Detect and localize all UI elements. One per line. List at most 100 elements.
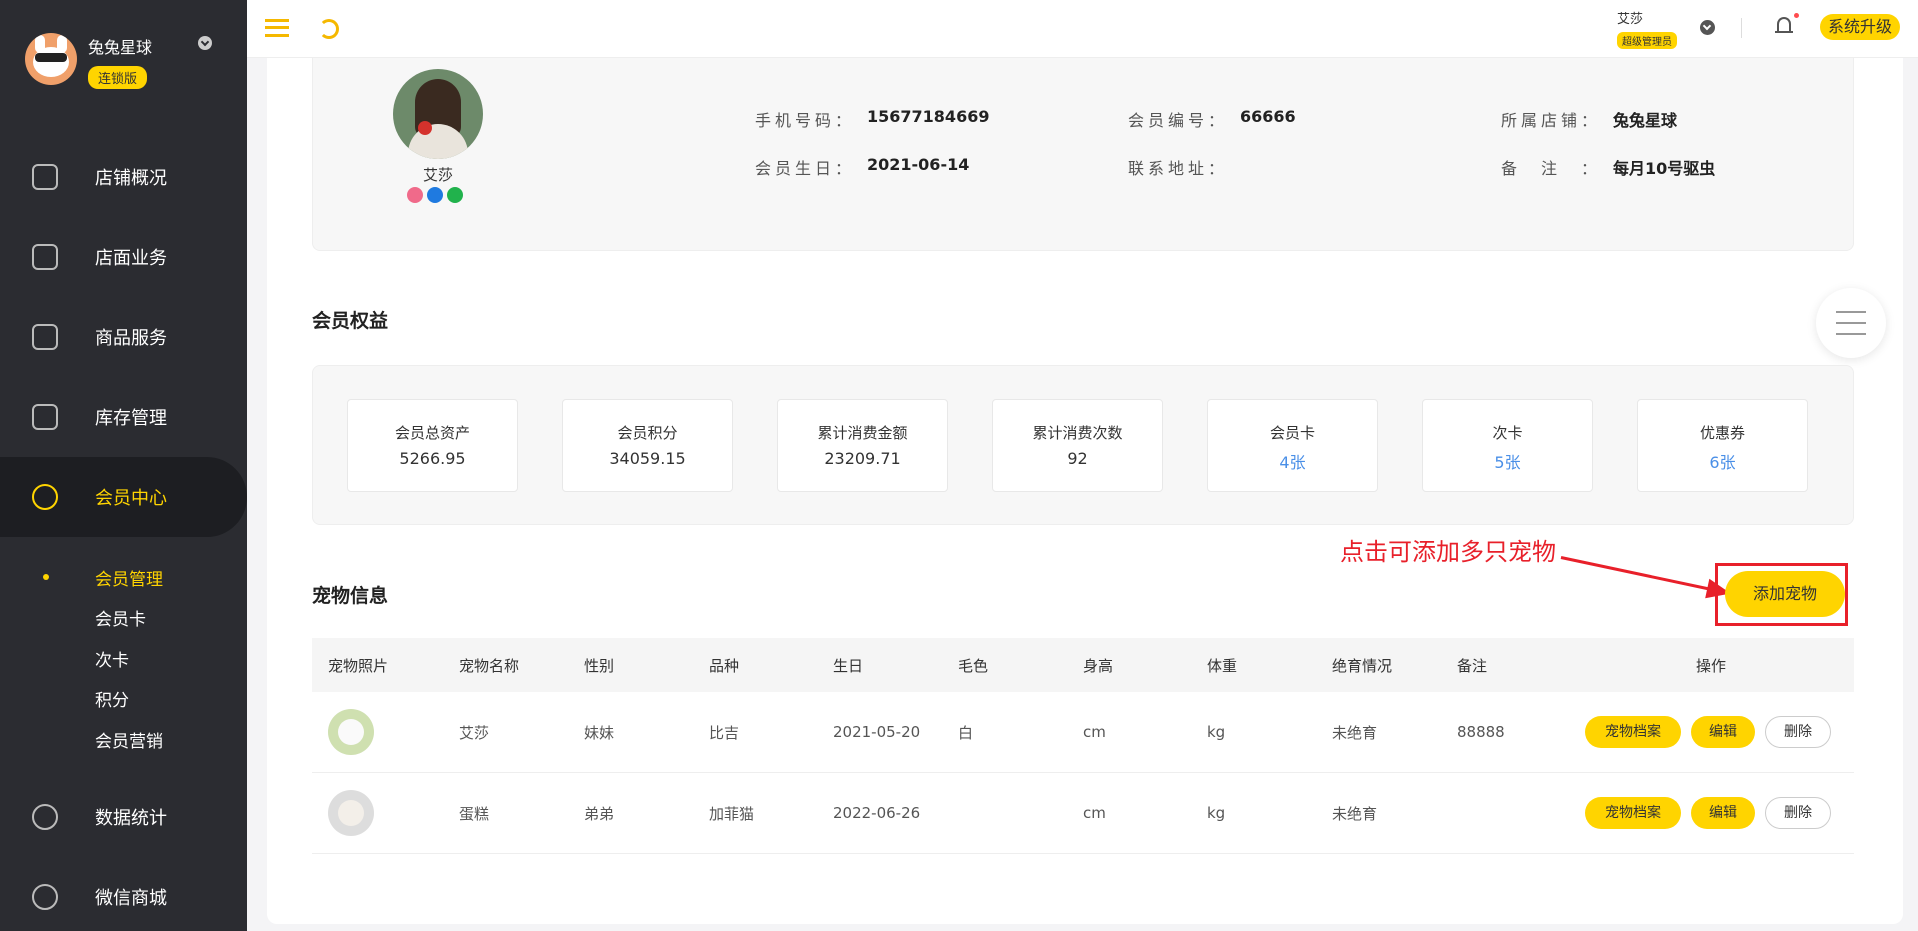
pet-breed: 比吉 [709, 723, 740, 742]
delete-button[interactable]: 删除 [1765, 716, 1831, 748]
pet-gender: 妹妹 [584, 723, 615, 742]
pet-photo[interactable] [328, 709, 374, 755]
stat-coupons: 优惠券 6张 [1637, 399, 1808, 492]
coupons-link[interactable]: 6张 [1638, 449, 1807, 473]
wechat-icon [32, 884, 58, 910]
inventory-icon [32, 404, 58, 430]
phone-label: 手机号码： [755, 111, 856, 130]
sidebar-item-goods-services[interactable]: 商品服务 [0, 297, 247, 377]
sidebar-item-store-overview[interactable]: 店铺概况 [0, 137, 247, 217]
address-label: 联系地址： [1128, 159, 1229, 178]
delete-button[interactable]: 删除 [1765, 797, 1831, 829]
sidebar-subitem-points[interactable]: 积分 [95, 686, 129, 711]
main-panel: 艾莎 手机号码： 15677184669 会员编号： 66666 所属店铺： 兔… [267, 58, 1903, 924]
stat-title: 累计消费金额 [817, 424, 908, 442]
note-value: 每月10号驱虫 [1613, 159, 1716, 178]
pet-table: 宠物照片 宠物名称 性别 品种 生日 毛色 身高 体重 绝育情况 备注 操作 艾… [312, 638, 1854, 854]
stat-title: 优惠券 [1699, 424, 1745, 442]
list-icon[interactable] [1816, 288, 1886, 358]
upgrade-button[interactable]: 系统升级 [1820, 14, 1901, 40]
column-header: 操作 [1696, 656, 1727, 675]
note-label: 备 注 ： [1501, 159, 1602, 178]
store-icon [32, 244, 58, 270]
sidebar-item-label: 会员中心 [95, 488, 167, 509]
store-label: 所属店铺： [1501, 111, 1602, 130]
topbar: 艾莎 超级管理员 系统升级 [247, 0, 1918, 58]
brand-name: 兔兔星球 [88, 38, 153, 57]
pet-breed: 加菲猫 [709, 804, 755, 823]
edit-button[interactable]: 编辑 [1691, 797, 1755, 829]
pet-archive-button[interactable]: 宠物档案 [1585, 716, 1681, 748]
sidebar-subitem-times-card[interactable]: 次卡 [95, 646, 129, 671]
column-header: 身高 [1083, 656, 1114, 675]
pet-birthday: 2022-06-26 [833, 804, 921, 822]
member-card-link[interactable]: 4张 [1208, 449, 1377, 473]
pet-note: 88888 [1457, 723, 1505, 741]
member-id-label: 会员编号： [1128, 111, 1229, 130]
pet-actions: 宠物档案 编辑 删除 [1585, 773, 1831, 853]
brand-badge: 连锁版 [88, 66, 148, 89]
user-role-badge: 超级管理员 [1617, 32, 1677, 49]
bag-icon [32, 324, 58, 350]
sidebar: 兔兔星球 连锁版 店铺概况 店面业务 商品服务 库存管理 会员中心 会员管理 会… [0, 0, 247, 931]
dashboard-icon [32, 164, 58, 190]
sidebar-item-wechat-mall[interactable]: 微信商城 [0, 857, 247, 931]
user-name[interactable]: 艾莎 [1617, 8, 1643, 27]
brand: 兔兔星球 连锁版 [0, 0, 247, 120]
person-icon [427, 187, 443, 203]
column-header: 体重 [1207, 656, 1238, 675]
pet-photo-cell [328, 692, 374, 772]
add-pet-button[interactable]: 添加宠物 [1725, 571, 1845, 617]
pets-title: 宠物信息 [312, 585, 389, 607]
pet-weight: kg [1207, 804, 1226, 822]
column-header: 宠物名称 [459, 656, 520, 675]
stat-title: 次卡 [1492, 424, 1523, 442]
stat-total-spent: 累计消费金额 23209.71 [777, 399, 948, 492]
bell-icon[interactable] [1775, 17, 1793, 33]
divider [1741, 18, 1742, 38]
sidebar-item-inventory[interactable]: 库存管理 [0, 377, 247, 457]
member-profile: 艾莎 手机号码： 15677184669 会员编号： 66666 所属店铺： 兔… [312, 58, 1854, 251]
table-row: 艾莎 妹妹 比吉 2021-05-20 白 cm kg 未绝育 88888 宠物… [312, 692, 1854, 773]
column-header: 备注 [1457, 656, 1488, 675]
sidebar-item-store-business[interactable]: 店面业务 [0, 217, 247, 297]
sidebar-item-label: 商品服务 [95, 328, 167, 349]
times-card-link[interactable]: 5张 [1423, 449, 1592, 473]
menu-icon[interactable] [265, 19, 289, 37]
rights-title: 会员权益 [312, 310, 389, 332]
pet-archive-button[interactable]: 宠物档案 [1585, 797, 1681, 829]
member-avatar [393, 69, 483, 159]
stat-title: 累计消费次数 [1032, 424, 1123, 442]
edit-button[interactable]: 编辑 [1691, 716, 1755, 748]
stat-points: 会员积分 34059.15 [562, 399, 733, 492]
member-rights: 会员总资产 5266.95 会员积分 34059.15 累计消费金额 23209… [312, 365, 1854, 525]
sidebar-item-member-center[interactable]: 会员中心 [0, 457, 247, 537]
chevron-down-icon[interactable] [1700, 20, 1715, 35]
sidebar-subitem-member-management[interactable]: 会员管理 [95, 565, 163, 590]
chevron-down-icon[interactable] [198, 36, 212, 50]
pet-name: 艾莎 [459, 723, 490, 742]
pet-neuter: 未绝育 [1332, 804, 1378, 823]
sidebar-item-label: 店面业务 [95, 248, 167, 269]
pet-photo[interactable] [328, 790, 374, 836]
column-header: 毛色 [958, 656, 989, 675]
table-header: 宠物照片 宠物名称 性别 品种 生日 毛色 身高 体重 绝育情况 备注 操作 [312, 638, 1854, 692]
store-value: 兔兔星球 [1613, 111, 1678, 130]
sidebar-subitem-member-card[interactable]: 会员卡 [95, 605, 146, 630]
search-icon [407, 187, 423, 203]
table-row: 蛋糕 弟弟 加菲猫 2022-06-26 cm kg 未绝育 宠物档案 编辑 删… [312, 773, 1854, 854]
stat-total-assets: 会员总资产 5266.95 [347, 399, 518, 492]
sidebar-item-statistics[interactable]: 数据统计 [0, 777, 247, 857]
stat-member-card: 会员卡 4张 [1207, 399, 1378, 492]
annotation-text: 点击可添加多只宠物 [1340, 538, 1556, 566]
refresh-icon[interactable] [319, 19, 339, 39]
sidebar-item-label: 库存管理 [95, 408, 167, 429]
pet-color: 白 [958, 723, 974, 742]
active-indicator [43, 574, 49, 580]
column-header: 宠物照片 [328, 656, 389, 675]
sidebar-item-label: 数据统计 [95, 808, 167, 829]
sidebar-subitem-member-marketing[interactable]: 会员营销 [95, 727, 163, 752]
pet-neuter: 未绝育 [1332, 723, 1378, 742]
stat-value: 34059.15 [609, 449, 686, 468]
pet-birthday: 2021-05-20 [833, 723, 921, 741]
